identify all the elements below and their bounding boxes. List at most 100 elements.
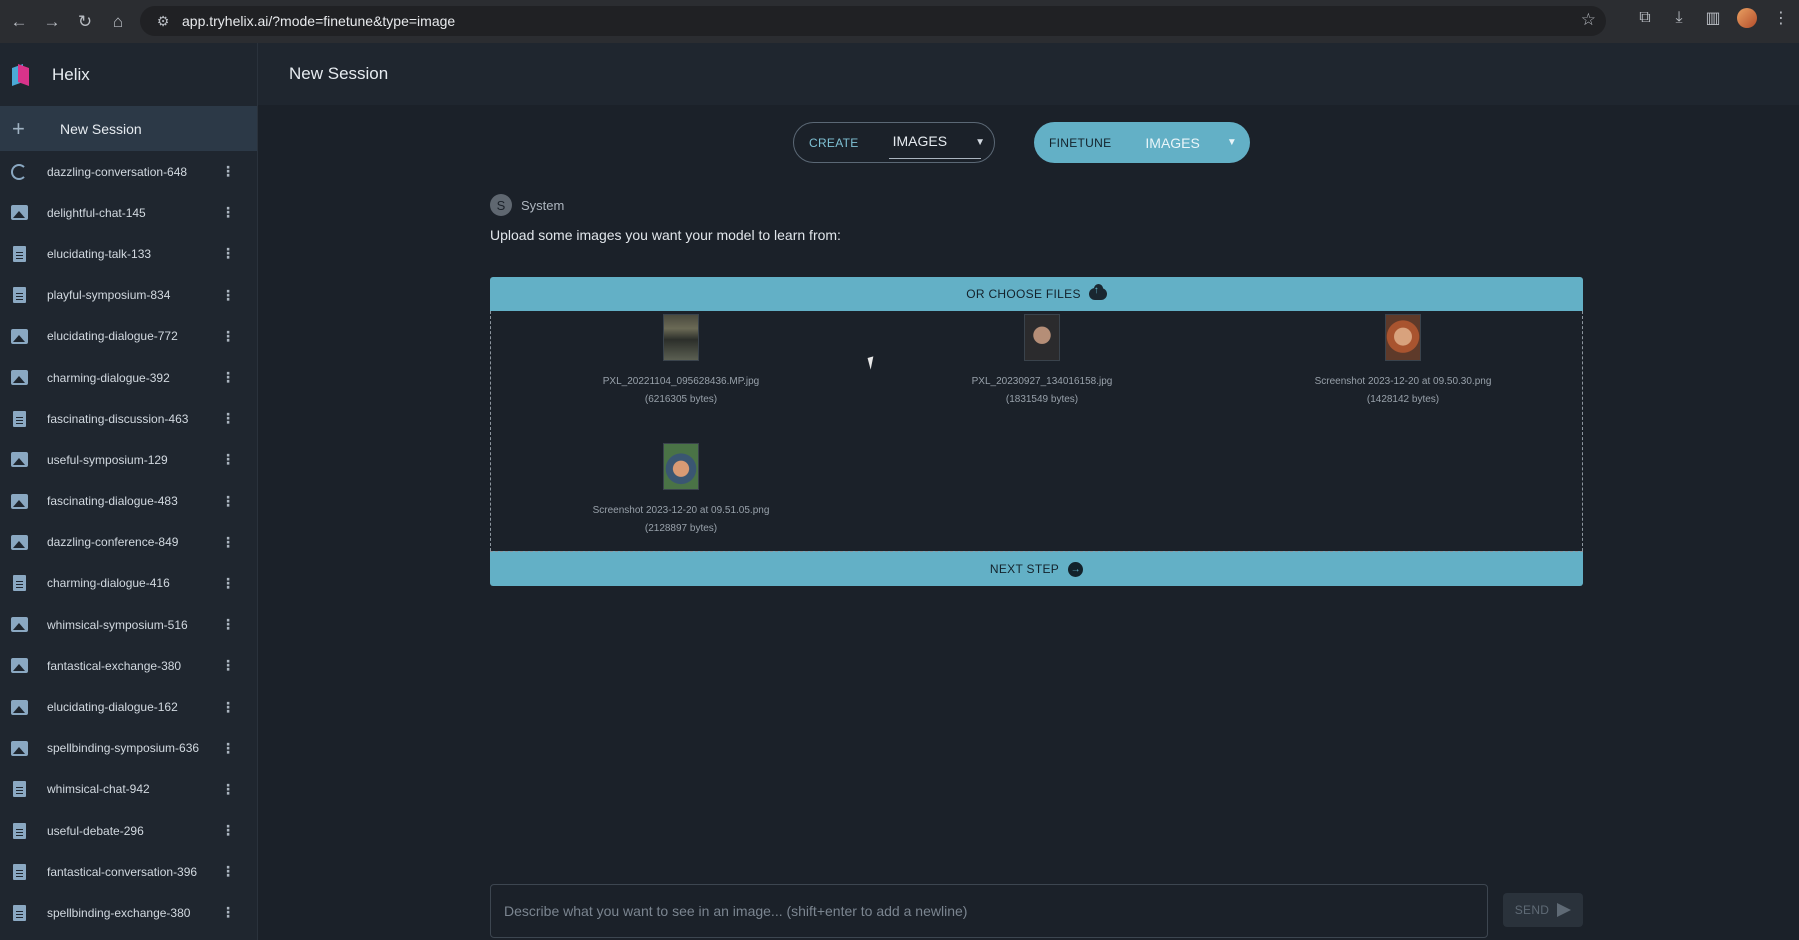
more-options-icon[interactable]: ⋮	[221, 822, 235, 839]
home-icon[interactable]: ⌂	[104, 8, 132, 36]
image-icon	[10, 328, 28, 344]
document-icon	[10, 287, 28, 304]
side-panel-icon[interactable]: ▥	[1703, 8, 1723, 28]
send-button[interactable]: SEND	[1503, 893, 1583, 927]
session-item[interactable]: fascinating-dialogue-483 ⋮	[0, 481, 257, 522]
site-settings-icon[interactable]: ⚙	[148, 13, 178, 30]
session-name: playful-symposium-834	[47, 288, 171, 303]
new-session-label: New Session	[60, 120, 142, 137]
session-item[interactable]: elucidating-dialogue-162 ⋮	[0, 686, 257, 727]
more-options-icon[interactable]: ⋮	[221, 781, 235, 798]
finetune-mode-label[interactable]: FINETUNE	[1049, 136, 1111, 150]
session-item[interactable]: useful-debate-296 ⋮	[0, 810, 257, 851]
next-step-button[interactable]: NEXT STEP →	[490, 551, 1583, 586]
session-name: useful-symposium-129	[47, 452, 168, 467]
more-options-icon[interactable]: ⋮	[221, 328, 235, 345]
more-options-icon[interactable]: ⋮	[221, 493, 235, 510]
file-dropzone[interactable]: PXL_20221104_095628436.MP.jpg (6216305 b…	[490, 311, 1583, 551]
session-item[interactable]: whimsical-symposium-516 ⋮	[0, 604, 257, 645]
more-options-icon[interactable]: ⋮	[221, 699, 235, 716]
more-options-icon[interactable]: ⋮	[221, 904, 235, 921]
new-session-button[interactable]: + New Session	[0, 106, 257, 151]
session-name: fascinating-discussion-463	[47, 411, 189, 426]
session-item[interactable]: playful-symposium-834 ⋮	[0, 275, 257, 316]
page-title: New Session	[289, 64, 389, 83]
image-icon	[10, 534, 28, 550]
session-name: elucidating-dialogue-162	[47, 700, 178, 715]
more-options-icon[interactable]: ⋮	[221, 740, 235, 757]
session-name: spellbinding-symposium-636	[47, 741, 200, 756]
cloud-upload-icon	[1088, 284, 1107, 300]
more-options-icon[interactable]: ⋮	[221, 863, 235, 880]
session-item[interactable]: fantastical-conversation-396 ⋮	[0, 851, 257, 892]
session-item[interactable]: fantastical-exchange-380 ⋮	[0, 645, 257, 686]
file-name: PXL_20221104_095628436.MP.jpg	[602, 376, 760, 387]
image-icon	[10, 740, 28, 756]
choose-files-label: OR CHOOSE FILES	[966, 287, 1081, 301]
finetune-type-select[interactable]: IMAGES	[1145, 135, 1199, 151]
image-icon	[10, 493, 28, 509]
session-item[interactable]: elucidating-talk-133 ⋮	[0, 233, 257, 274]
more-options-icon[interactable]: ⋮	[221, 245, 235, 262]
file-name: Screenshot 2023-12-20 at 09.51.05.png	[592, 505, 770, 516]
session-item[interactable]: delightful-chat-145 ⋮	[0, 192, 257, 233]
session-item[interactable]: spellbinding-symposium-636 ⋮	[0, 728, 257, 769]
more-options-icon[interactable]: ⋮	[221, 534, 235, 551]
create-mode-label[interactable]: CREATE	[809, 136, 859, 150]
session-name: whimsical-chat-942	[47, 782, 150, 797]
profile-avatar[interactable]	[1737, 8, 1757, 28]
file-tile[interactable]: Screenshot 2023-12-20 at 09.50.30.png (1…	[1283, 314, 1523, 409]
file-name: Screenshot 2023-12-20 at 09.50.30.png	[1314, 376, 1492, 387]
file-tile[interactable]: PXL_20230927_134016158.jpg (1831549 byte…	[922, 314, 1162, 409]
address-bar[interactable]: ⚙ app.tryhelix.ai/?mode=finetune&type=im…	[140, 6, 1606, 36]
more-options-icon[interactable]: ⋮	[221, 451, 235, 468]
prompt-input[interactable]	[490, 884, 1488, 938]
file-tile[interactable]: Screenshot 2023-12-20 at 09.51.05.png (2…	[561, 443, 801, 538]
more-options-icon[interactable]: ⋮	[221, 204, 235, 221]
session-name: dazzling-conference-849	[47, 535, 179, 550]
more-options-icon[interactable]: ⋮	[221, 657, 235, 674]
document-icon	[10, 863, 28, 880]
caret-down-icon[interactable]: ▼	[975, 137, 985, 148]
session-item[interactable]: charming-dialogue-416 ⋮	[0, 563, 257, 604]
session-item[interactable]: elucidating-dialogue-772 ⋮	[0, 316, 257, 357]
more-options-icon[interactable]: ⋮	[221, 287, 235, 304]
choose-files-button[interactable]: OR CHOOSE FILES	[490, 277, 1583, 311]
forward-icon[interactable]: →	[38, 8, 66, 36]
session-item[interactable]: fascinating-discussion-463 ⋮	[0, 398, 257, 439]
session-item[interactable]: whimsical-chat-942 ⋮	[0, 769, 257, 810]
more-options-icon[interactable]: ⋮	[221, 575, 235, 592]
brand[interactable]: Helix	[0, 43, 257, 106]
create-type-select[interactable]: IMAGES	[888, 133, 982, 159]
browser-toolbar: ← → ↻ ⌂ ⚙ app.tryhelix.ai/?mode=finetune…	[0, 0, 1799, 43]
session-item[interactable]: useful-symposium-129 ⋮	[0, 439, 257, 480]
file-thumbnail	[1024, 314, 1060, 361]
plus-icon: +	[12, 115, 25, 141]
session-item[interactable]: dazzling-conference-849 ⋮	[0, 522, 257, 563]
more-options-icon[interactable]: ⋮	[221, 410, 235, 427]
session-item[interactable]: dazzling-conversation-648 ⋮	[0, 151, 257, 192]
reload-icon[interactable]: ↻	[71, 8, 99, 36]
session-name: spellbinding-exchange-380	[47, 905, 191, 920]
file-size: (2128897 bytes)	[644, 523, 718, 534]
caret-down-icon[interactable]: ▼	[1227, 137, 1237, 148]
session-name: whimsical-symposium-516	[47, 617, 188, 632]
bookmark-star-icon[interactable]: ☆	[1581, 10, 1596, 30]
session-item[interactable]: charming-dialogue-392 ⋮	[0, 357, 257, 398]
browser-menu-icon[interactable]: ⋮	[1771, 8, 1791, 28]
file-tile[interactable]: PXL_20221104_095628436.MP.jpg (6216305 b…	[561, 314, 801, 409]
more-options-icon[interactable]: ⋮	[221, 616, 235, 633]
back-icon[interactable]: ←	[5, 8, 33, 36]
create-mode-toggle[interactable]: CREATE IMAGES ▼	[793, 122, 995, 163]
more-options-icon[interactable]: ⋮	[221, 163, 235, 180]
document-icon	[10, 410, 28, 427]
finetune-mode-toggle[interactable]: FINETUNE IMAGES ▼	[1034, 122, 1250, 163]
system-avatar: S	[490, 194, 512, 216]
session-name: elucidating-dialogue-772	[47, 329, 178, 344]
session-item[interactable]: spellbinding-exchange-380 ⋮	[0, 892, 257, 933]
file-thumbnail	[663, 443, 699, 490]
extensions-icon[interactable]: ⧉	[1635, 9, 1655, 27]
more-options-icon[interactable]: ⋮	[221, 369, 235, 386]
download-icon[interactable]: ⤓	[1669, 9, 1689, 27]
document-icon	[10, 781, 28, 798]
